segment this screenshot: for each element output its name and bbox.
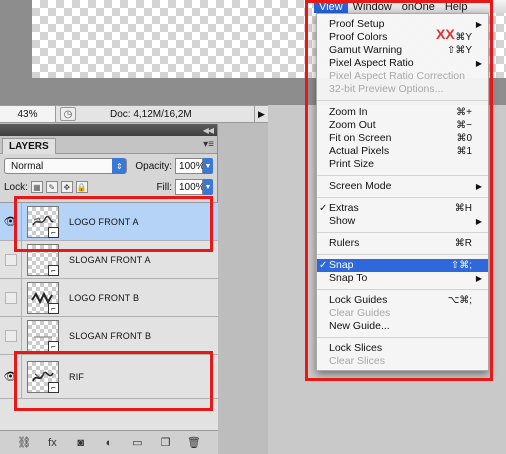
- layer-mask-icon[interactable]: ◙: [72, 437, 90, 449]
- visibility-toggle[interactable]: [0, 317, 22, 354]
- lock-all-icon[interactable]: 🔒: [75, 181, 88, 193]
- blend-mode-value: Normal: [11, 160, 44, 172]
- lock-position-icon[interactable]: ✥: [60, 181, 73, 193]
- layer-thumbnail[interactable]: ⌐: [27, 281, 59, 314]
- panel-tab-row: LAYERS ▾≡: [0, 136, 217, 154]
- layers-panel-footer: ⛓ fx ◙ ◐ ▭ ❐ 🗑: [0, 430, 218, 454]
- opacity-label: Opacity:: [135, 160, 173, 172]
- new-layer-icon[interactable]: ❐: [157, 436, 175, 449]
- layer-row-logo-front-b[interactable]: ⌐ LOGO FRONT B: [0, 279, 218, 317]
- link-layers-icon[interactable]: ⛓: [15, 436, 33, 449]
- smart-object-icon: ⌐: [48, 264, 59, 276]
- annotation-box-rif: [14, 351, 213, 411]
- visibility-toggle[interactable]: [0, 279, 22, 316]
- blend-row: Normal ⇕ Opacity: 100% ▼: [0, 154, 217, 178]
- annotation-box-logo-front-a: [14, 196, 213, 252]
- panel-collapse-bar[interactable]: ◀◀: [0, 124, 217, 136]
- panel-menu-icon[interactable]: ▾≡: [203, 139, 214, 150]
- layer-name[interactable]: SLOGAN FRONT A: [69, 255, 151, 265]
- status-bar: 43% ◷ Doc: 4,12M/16,2M ▶: [0, 105, 268, 123]
- layer-name[interactable]: SLOGAN FRONT B: [69, 331, 151, 341]
- opacity-input[interactable]: 100%: [175, 158, 205, 174]
- fill-label: Fill:: [156, 181, 172, 193]
- smart-object-icon: ⌐: [48, 340, 59, 352]
- layer-row-slogan-front-b[interactable]: ⌐ SLOGAN FRONT B: [0, 317, 218, 355]
- lock-row: Lock: ▦ ✎ ✥ 🔒 Fill: 100% ▼: [0, 178, 217, 196]
- new-group-icon[interactable]: ▭: [128, 436, 146, 449]
- adjustment-layer-icon[interactable]: ◐: [100, 437, 118, 449]
- trash-icon[interactable]: 🗑: [185, 436, 203, 449]
- layer-style-icon[interactable]: fx: [43, 437, 61, 449]
- lock-label: Lock:: [4, 181, 28, 193]
- zoom-level-field[interactable]: 43%: [0, 106, 56, 122]
- annotation-box-menu: [305, 0, 493, 381]
- opacity-dropdown-icon[interactable]: ▼: [203, 158, 213, 174]
- updown-arrow-icon: ⇕: [112, 158, 127, 174]
- status-menu-arrow-icon[interactable]: ▶: [254, 106, 268, 122]
- layer-thumbnail[interactable]: ⌐: [27, 319, 59, 352]
- lock-pixels-icon[interactable]: ✎: [45, 181, 58, 193]
- blend-mode-select[interactable]: Normal ⇕: [4, 158, 128, 174]
- lock-transparency-icon[interactable]: ▦: [30, 181, 43, 193]
- smart-object-icon: ⌐: [48, 302, 59, 314]
- tab-layers[interactable]: LAYERS: [2, 138, 56, 154]
- fill-dropdown-icon[interactable]: ▼: [203, 179, 213, 195]
- layer-name[interactable]: LOGO FRONT B: [69, 293, 139, 303]
- doc-info: Doc: 4,12M/16,2M: [110, 108, 192, 120]
- zoom-icon[interactable]: ◷: [60, 107, 76, 121]
- fill-input[interactable]: 100%: [175, 179, 205, 195]
